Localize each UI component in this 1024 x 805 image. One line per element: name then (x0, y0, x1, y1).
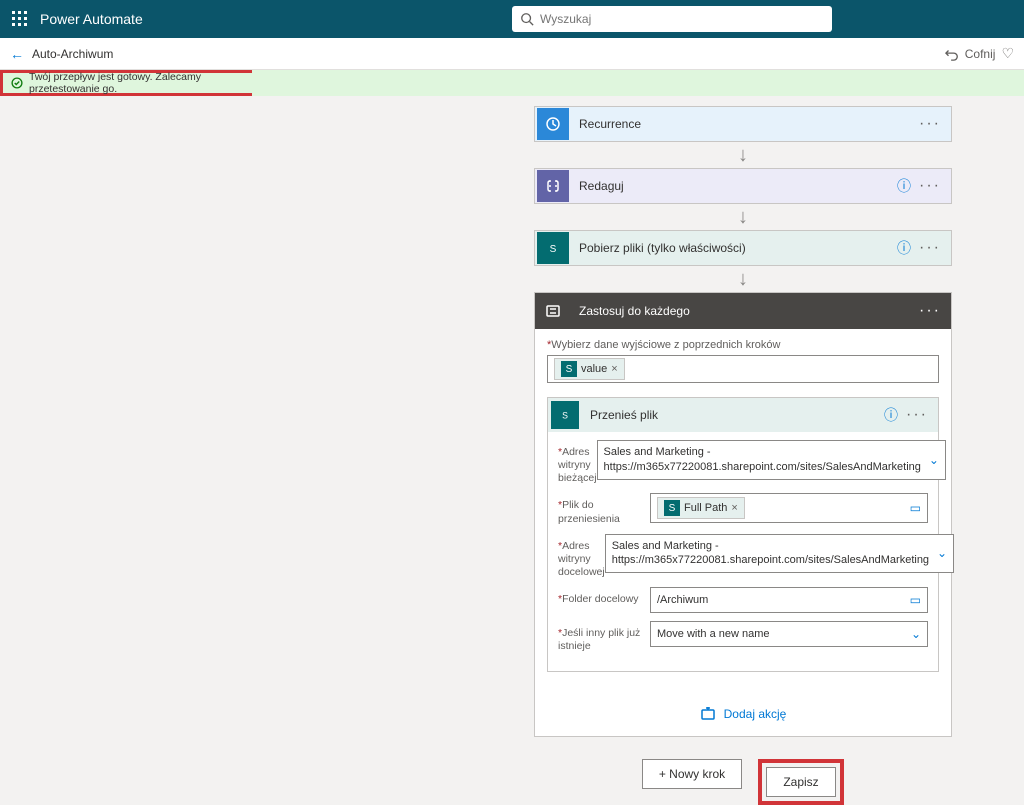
arrow-down-icon: ↓ (534, 204, 952, 230)
step-compose[interactable]: Redaguj ⓘ ··· (534, 168, 952, 204)
folder-picker-icon[interactable]: ▭ (910, 593, 921, 607)
recurrence-icon (537, 108, 569, 140)
add-action-label: Dodaj akcję (724, 707, 787, 721)
label-site-current: Adres witryny bieżącej (558, 446, 597, 484)
sharepoint-icon: S (537, 232, 569, 264)
add-action-button[interactable]: Dodaj akcję (547, 706, 939, 722)
arrow-down-icon: ↓ (534, 142, 952, 168)
step-getfiles-help-icon[interactable]: ⓘ (897, 238, 911, 258)
action-move-file-title: Przenieś plik (582, 408, 884, 422)
app-title: Power Automate (40, 11, 143, 27)
step-compose-help-icon[interactable]: ⓘ (897, 176, 911, 196)
step-recurrence[interactable]: Recurrence ··· (534, 106, 952, 142)
search-input-wrap[interactable] (512, 6, 832, 32)
field-file[interactable]: S Full Path × ▭ (650, 493, 928, 523)
label-overwrite: Jeśli inny plik już istnieje (558, 627, 640, 652)
field-overwrite-value: Move with a new name (657, 628, 770, 640)
chevron-down-icon[interactable]: ⌄ (937, 545, 947, 561)
token-sharepoint-icon: S (664, 500, 680, 516)
field-site-current-value: Sales and Marketing - https://m365x77220… (604, 445, 921, 475)
sharepoint-icon: S (551, 401, 579, 429)
success-check-icon (11, 77, 23, 89)
new-step-button[interactable]: + Nowy krok (642, 759, 742, 789)
field-site-current[interactable]: Sales and Marketing - https://m365x77220… (597, 440, 946, 480)
folder-picker-icon[interactable]: ▭ (910, 501, 921, 515)
token-remove-icon[interactable]: × (611, 363, 617, 375)
field-site-dest[interactable]: Sales and Marketing - https://m365x77220… (605, 534, 954, 574)
token-remove-icon[interactable]: × (731, 502, 737, 514)
arrow-down-icon (547, 672, 939, 684)
token-label: value (581, 363, 607, 375)
token-sharepoint-icon: S (561, 361, 577, 377)
step-compose-title: Redaguj (571, 179, 897, 193)
undo-icon[interactable] (945, 47, 959, 61)
search-input[interactable] (540, 12, 824, 26)
loop-select-label: Wybierz dane wyjściowe z poprzednich kro… (551, 339, 780, 351)
undo-label[interactable]: Cofnij (965, 47, 996, 61)
field-folder-value: /Archiwum (657, 594, 708, 606)
loop-title: Zastosuj do każdego (571, 304, 919, 318)
waffle-icon[interactable] (12, 11, 28, 27)
step-compose-menu[interactable]: ··· (919, 177, 941, 195)
step-getfiles[interactable]: S Pobierz pliki (tylko właściwości) ⓘ ··… (534, 230, 952, 266)
svg-text:S: S (562, 411, 568, 421)
loop-icon (537, 295, 569, 327)
action-move-file-help-icon[interactable]: ⓘ (884, 405, 898, 425)
action-move-file-menu[interactable]: ··· (906, 406, 928, 424)
new-step-label: + Nowy krok (659, 767, 725, 781)
label-file: Plik do przeniesienia (558, 499, 620, 524)
token-fullpath-label: Full Path (684, 502, 727, 514)
svg-text:S: S (550, 244, 557, 255)
help-icon[interactable]: ♡ (1001, 45, 1014, 62)
save-button[interactable]: Zapisz (766, 767, 836, 797)
loop-menu[interactable]: ··· (919, 302, 941, 320)
field-folder[interactable]: /Archiwum ▭ (650, 587, 928, 613)
chevron-down-icon[interactable]: ⌄ (929, 452, 939, 468)
loop-select-input[interactable]: S value × (547, 355, 939, 383)
action-move-file-header[interactable]: S Przenieś plik ⓘ ··· (548, 398, 938, 432)
step-getfiles-menu[interactable]: ··· (919, 239, 941, 257)
arrow-down-icon: ↓ (534, 266, 952, 292)
field-site-dest-value: Sales and Marketing - https://m365x77220… (612, 539, 929, 569)
label-folder: Folder docelowy (562, 593, 638, 605)
token-fullpath[interactable]: S Full Path × (657, 497, 745, 519)
loop-header[interactable]: Zastosuj do każdego ··· (535, 293, 951, 329)
chevron-down-icon[interactable]: ⌄ (911, 627, 921, 641)
save-label: Zapisz (783, 775, 818, 789)
search-icon (520, 12, 534, 26)
back-arrow-icon[interactable]: ← (10, 46, 24, 62)
field-overwrite[interactable]: Move with a new name ⌄ (650, 621, 928, 647)
action-move-file: S Przenieś plik ⓘ ··· *Adres witryny bie… (547, 397, 939, 672)
step-getfiles-title: Pobierz pliki (tylko właściwości) (571, 241, 897, 255)
label-site-dest: Adres witryny docelowej (558, 540, 605, 578)
step-recurrence-menu[interactable]: ··· (919, 115, 941, 133)
compose-icon (537, 170, 569, 202)
step-recurrence-title: Recurrence (571, 117, 919, 131)
ready-banner: Twój przepływ jest gotowy. Zalecamy prze… (0, 70, 252, 96)
flow-name: Auto-Archiwum (32, 47, 113, 61)
token-value[interactable]: S value × (554, 358, 625, 380)
step-apply-to-each: Zastosuj do każdego ··· *Wybierz dane wy… (534, 292, 952, 737)
banner-message: Twój przepływ jest gotowy. Zalecamy prze… (29, 71, 244, 95)
